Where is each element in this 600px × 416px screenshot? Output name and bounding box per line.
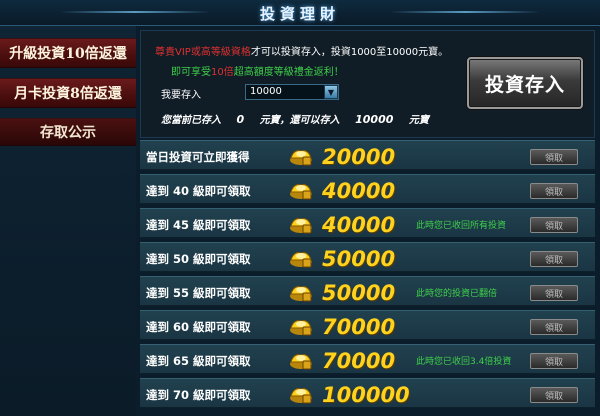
reward-amount: 70000 bbox=[322, 315, 396, 339]
gold-ingot-icon bbox=[290, 320, 312, 336]
reward-note: 此時您已收回3.4倍投資 bbox=[416, 357, 512, 367]
reward-condition: 達到 50 級即可領取 bbox=[146, 252, 251, 266]
gold-ingot-icon bbox=[290, 388, 312, 404]
reward-row: 達到 70 級即可領取 100000 領取 bbox=[140, 378, 595, 408]
reward-row: 達到 60 級即可領取 70000 領取 bbox=[140, 310, 595, 340]
reward-condition: 達到 45 級即可領取 bbox=[146, 218, 251, 232]
reward-condition: 當日投資可立即獲得 bbox=[146, 150, 250, 164]
reward-amount: 50000 bbox=[322, 247, 396, 271]
info-text: 超高額度等級禮金返利！ bbox=[233, 67, 344, 78]
reward-amount: 100000 bbox=[322, 383, 410, 407]
reward-amount: 20000 bbox=[322, 145, 396, 169]
reward-amount: 40000 bbox=[322, 213, 396, 237]
remaining-amount: 10000 bbox=[355, 113, 394, 126]
reward-row: 達到 55 級即可領取 50000 此時您的投資已翻倍 領取 bbox=[140, 276, 595, 306]
reward-row: 達到 65 級即可領取 70000 此時您已收回3.4倍投資 領取 bbox=[140, 344, 595, 374]
gold-ingot-icon bbox=[290, 150, 312, 166]
info-line-1: 尊貴VIP或高等級資格才可以投資存入，投資1000至10000元寶。 bbox=[155, 43, 448, 58]
summary-middle: 元寶，還可以存入 bbox=[259, 115, 340, 126]
vip-requirement-text: 尊貴VIP或高等級資格 bbox=[155, 47, 251, 58]
claim-button[interactable]: 領取 bbox=[530, 285, 578, 301]
reward-row: 達到 40 級即可領取 40000 領取 bbox=[140, 174, 595, 204]
reward-amount: 40000 bbox=[322, 179, 396, 203]
claim-button[interactable]: 領取 bbox=[530, 217, 578, 233]
deposit-summary: 您當前已存入 0 元寶，還可以存入 10000 元寶 bbox=[161, 111, 429, 126]
invest-deposit-button[interactable]: 投資存入 bbox=[467, 57, 583, 109]
reward-condition: 達到 65 級即可領取 bbox=[146, 354, 251, 368]
reward-amount: 70000 bbox=[322, 349, 396, 373]
summary-prefix: 您當前已存入 bbox=[161, 115, 221, 126]
reward-condition: 達到 40 級即可領取 bbox=[146, 184, 251, 198]
deposit-label: 我要存入 bbox=[161, 90, 201, 101]
reward-amount: 50000 bbox=[322, 281, 396, 305]
multiplier-text: 10倍 bbox=[211, 67, 234, 78]
deposit-range-text: 才可以投資存入，投資1000至10000元寶。 bbox=[250, 47, 449, 58]
reward-condition: 達到 55 級即可領取 bbox=[146, 286, 251, 300]
claim-button[interactable]: 領取 bbox=[530, 353, 578, 369]
reward-row: 達到 45 級即可領取 40000 此時您已收回所有投資 領取 bbox=[140, 208, 595, 238]
reward-note: 此時您已收回所有投資 bbox=[416, 221, 507, 231]
chevron-down-icon[interactable]: ▼ bbox=[324, 85, 338, 99]
gold-ingot-icon bbox=[290, 252, 312, 268]
main-panel: 尊貴VIP或高等級資格才可以投資存入，投資1000至10000元寶。 即可享受1… bbox=[137, 26, 600, 416]
summary-suffix: 元寶 bbox=[408, 115, 429, 126]
gold-ingot-icon bbox=[290, 218, 312, 234]
gold-ingot-icon bbox=[290, 354, 312, 370]
title-bar: 投資理財 bbox=[0, 0, 600, 26]
claim-button[interactable]: 領取 bbox=[530, 149, 578, 165]
reward-row: 達到 50 級即可領取 50000 領取 bbox=[140, 242, 595, 272]
claim-button[interactable]: 領取 bbox=[530, 319, 578, 335]
reward-note: 此時您的投資已翻倍 bbox=[416, 289, 498, 299]
gold-ingot-icon bbox=[290, 184, 312, 200]
page-title: 投資理財 bbox=[259, 5, 340, 23]
sidebar-item-level-invest[interactable]: 升級投資10倍返還 bbox=[0, 38, 136, 68]
claim-button[interactable]: 領取 bbox=[530, 251, 578, 267]
claim-button[interactable]: 領取 bbox=[530, 387, 578, 403]
sidebar-item-monthly-card[interactable]: 月卡投資8倍返還 bbox=[0, 78, 136, 108]
reward-row: 當日投資可立即獲得 20000 領取 bbox=[140, 140, 595, 170]
gold-ingot-icon bbox=[290, 286, 312, 302]
sidebar-item-deposit-record[interactable]: 存取公示 bbox=[0, 118, 136, 146]
info-text: 即可享受 bbox=[171, 67, 211, 78]
deposited-amount: 0 bbox=[236, 113, 245, 126]
reward-condition: 達到 70 級即可領取 bbox=[146, 388, 251, 402]
reward-condition: 達到 60 級即可領取 bbox=[146, 320, 251, 334]
claim-button[interactable]: 領取 bbox=[530, 183, 578, 199]
deposit-panel: 尊貴VIP或高等級資格才可以投資存入，投資1000至10000元寶。 即可享受1… bbox=[140, 30, 595, 138]
sidebar: 升級投資10倍返還 月卡投資8倍返還 存取公示 bbox=[0, 26, 136, 416]
info-line-2: 即可享受10倍超高額度等級禮金返利！ bbox=[171, 63, 344, 78]
